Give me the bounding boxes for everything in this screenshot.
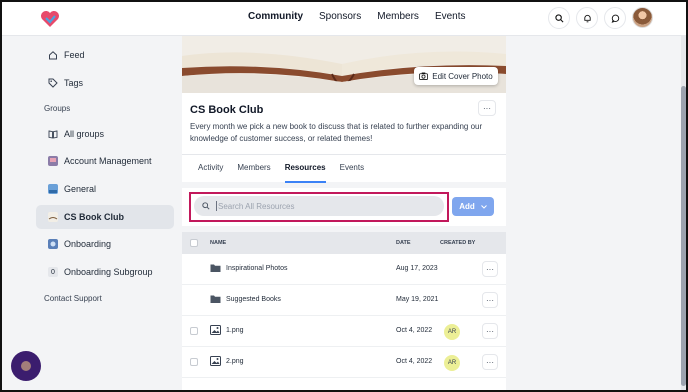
- row-checkbox[interactable]: [190, 358, 198, 366]
- camera-icon: [419, 72, 429, 80]
- resource-name: Suggested Books: [226, 296, 281, 303]
- column-header-created-by[interactable]: CREATED BY: [440, 240, 475, 246]
- edit-cover-label: Edit Cover Photo: [432, 71, 493, 81]
- tag-icon: [48, 78, 58, 88]
- image-file-icon: [210, 356, 221, 366]
- sidebar-item-label: Onboarding: [64, 239, 112, 249]
- sidebar: Feed Tags Groups All groups Account Mana…: [0, 36, 182, 392]
- resource-name: 1.png: [226, 327, 244, 334]
- resource-date: Aug 17, 2023: [396, 265, 438, 272]
- nav-link-members[interactable]: Members: [377, 11, 419, 22]
- bell-icon: [583, 14, 591, 22]
- sidebar-item-tags[interactable]: Tags: [36, 71, 174, 95]
- home-icon: [48, 50, 58, 60]
- folder-icon: [210, 264, 221, 272]
- help-launcher-icon: [21, 361, 31, 371]
- sidebar-item-label: General: [64, 184, 97, 194]
- table-row[interactable]: Inspirational Photos Aug 17, 2023 ···: [182, 254, 506, 285]
- table-row[interactable]: Suggested Books May 19, 2021 ···: [182, 285, 506, 316]
- zero-badge-icon: 0: [48, 267, 58, 277]
- row-options-button[interactable]: ···: [482, 354, 498, 370]
- resource-name: Inspirational Photos: [226, 265, 288, 272]
- group-options-button[interactable]: ···: [478, 100, 496, 116]
- groups-heading: Groups: [44, 104, 71, 113]
- column-header-name[interactable]: NAME: [210, 240, 226, 246]
- sidebar-item-label: All groups: [64, 129, 105, 139]
- add-resource-button[interactable]: Add: [452, 197, 494, 216]
- chevron-down-icon: [480, 204, 487, 209]
- book-icon: [48, 129, 58, 139]
- sidebar-item-onboarding[interactable]: Onboarding: [36, 232, 174, 256]
- help-launcher-button[interactable]: [11, 351, 41, 381]
- tab-resources[interactable]: Resources: [284, 155, 326, 183]
- notifications-button[interactable]: [576, 7, 598, 29]
- sidebar-item-label: Account Management: [64, 156, 152, 166]
- image-file-icon: [210, 325, 221, 335]
- column-header-date[interactable]: DATE: [396, 240, 411, 246]
- main-nav-links: Community Sponsors Members Events: [248, 11, 466, 22]
- select-all-checkbox[interactable]: [190, 239, 198, 247]
- sidebar-item-feed[interactable]: Feed: [36, 43, 174, 67]
- resources-table: NAME DATE CREATED BY Inspirational Photo…: [182, 232, 506, 392]
- edit-cover-photo-button[interactable]: Edit Cover Photo: [414, 67, 498, 85]
- top-navigation-bar: Community Sponsors Members Events: [0, 0, 688, 36]
- resource-date: Oct 4, 2022: [396, 358, 433, 365]
- heart-logo-icon[interactable]: [40, 10, 60, 28]
- tab-events[interactable]: Events: [340, 155, 364, 183]
- nav-link-events[interactable]: Events: [435, 11, 466, 22]
- table-header: NAME DATE CREATED BY: [182, 232, 506, 254]
- tab-activity[interactable]: Activity: [198, 155, 223, 183]
- row-options-button[interactable]: ···: [482, 261, 498, 277]
- sidebar-item-onboarding-subgroup[interactable]: 0 Onboarding Subgroup: [36, 260, 174, 284]
- sidebar-item-label: Onboarding Subgroup: [64, 267, 153, 277]
- sidebar-item-all-groups[interactable]: All groups: [36, 122, 174, 146]
- user-avatar[interactable]: [632, 7, 653, 28]
- nav-link-sponsors[interactable]: Sponsors: [319, 11, 361, 22]
- row-options-button[interactable]: ···: [482, 292, 498, 308]
- group-description: Every month we pick a new book to discus…: [190, 122, 483, 143]
- created-by-avatar[interactable]: AR: [444, 324, 460, 340]
- folder-icon: [210, 295, 221, 303]
- add-button-label: Add: [459, 202, 475, 211]
- resource-date: Oct 4, 2022: [396, 327, 433, 334]
- created-by-avatar[interactable]: AR: [444, 355, 460, 371]
- page-scrollbar[interactable]: [681, 36, 686, 390]
- resource-name: 2.png: [226, 358, 244, 365]
- nav-link-community[interactable]: Community: [248, 11, 303, 22]
- group-title: CS Book Club: [190, 104, 264, 116]
- sidebar-item-label: Feed: [64, 50, 85, 60]
- cover-photo: Edit Cover Photo: [182, 36, 506, 93]
- search-icon: [554, 13, 563, 22]
- sidebar-item-account-management[interactable]: Account Management: [36, 149, 174, 173]
- table-row[interactable]: 1.png Oct 4, 2022 AR ···: [182, 316, 506, 347]
- resource-date: May 19, 2021: [396, 296, 439, 303]
- sidebar-item-cs-book-club[interactable]: CS Book Club: [36, 205, 174, 229]
- messages-button[interactable]: [604, 7, 626, 29]
- group-header-card: Edit Cover Photo CS Book Club ··· Every …: [182, 36, 506, 183]
- group-avatar-icon: [48, 239, 58, 249]
- sidebar-item-general[interactable]: General: [36, 177, 174, 201]
- table-row[interactable]: 2.png Oct 4, 2022 AR ···: [182, 347, 506, 378]
- group-tabs: Activity Members Resources Events: [182, 154, 506, 183]
- sidebar-item-label: CS Book Club: [64, 212, 124, 222]
- resources-toolbar: Search All Resources Add: [182, 188, 506, 226]
- group-avatar-icon: [48, 184, 58, 194]
- chat-icon: [611, 14, 619, 23]
- sidebar-item-label: Tags: [64, 78, 84, 88]
- scrollbar-thumb[interactable]: [681, 86, 686, 386]
- row-options-button[interactable]: ···: [482, 323, 498, 339]
- row-checkbox[interactable]: [190, 327, 198, 335]
- search-button[interactable]: [548, 7, 570, 29]
- group-avatar-icon: [48, 212, 58, 222]
- group-avatar-icon: [48, 156, 58, 166]
- search-highlight-box: [189, 192, 449, 222]
- contact-support-link[interactable]: Contact Support: [44, 294, 102, 303]
- tab-members[interactable]: Members: [237, 155, 270, 183]
